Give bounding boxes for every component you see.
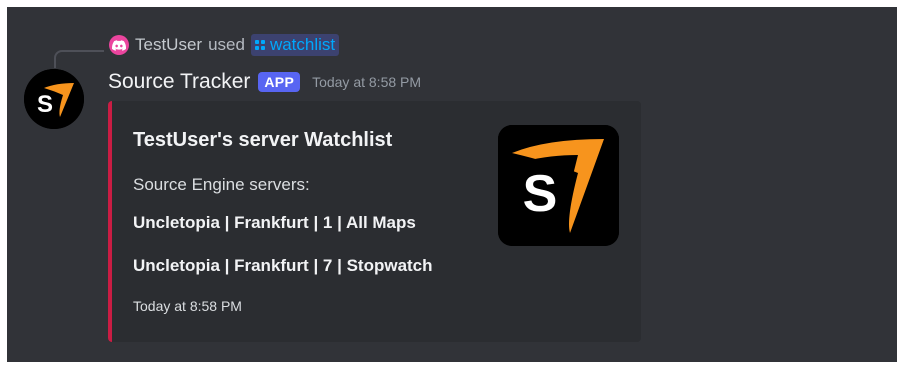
message-timestamp[interactable]: Today at 8:58 PM [312,74,421,90]
author-name[interactable]: Source Tracker [108,70,250,94]
embed-footer-timestamp: Today at 8:58 PM [133,298,242,314]
reply-used-label: used [208,35,245,54]
embed-field: Uncletopia | Frankfurt | 1 | All Maps [133,213,416,232]
embed-card: TestUser's server Watchlist Source Engin… [108,101,641,342]
source-logo-icon: S [498,125,619,246]
reply-reference[interactable]: TestUser used watchlist [109,33,340,57]
slash-command-icon [254,40,265,50]
command-name: watchlist [269,35,336,54]
bot-avatar[interactable]: S [24,69,84,129]
source-logo-icon: S [24,69,84,129]
app-badge: APP [258,72,301,92]
command-mention[interactable]: watchlist [250,34,340,56]
svg-text:S: S [523,165,558,223]
embed-field: Uncletopia | Frankfurt | 7 | Stopwatch [133,256,433,275]
reply-username[interactable]: TestUser [135,35,202,55]
embed-accent-bar [108,101,112,342]
svg-text:S: S [37,91,53,118]
discord-icon [109,35,129,55]
embed-thumbnail[interactable]: S [498,125,619,246]
reply-connector [54,50,104,68]
chat-message-area: TestUser used watchlist S Source Tracker… [7,7,897,362]
message-header: Source Tracker APP Today at 8:58 PM [108,67,421,97]
embed-title: TestUser's server Watchlist [133,129,393,151]
embed-description: Source Engine servers: [133,175,310,194]
